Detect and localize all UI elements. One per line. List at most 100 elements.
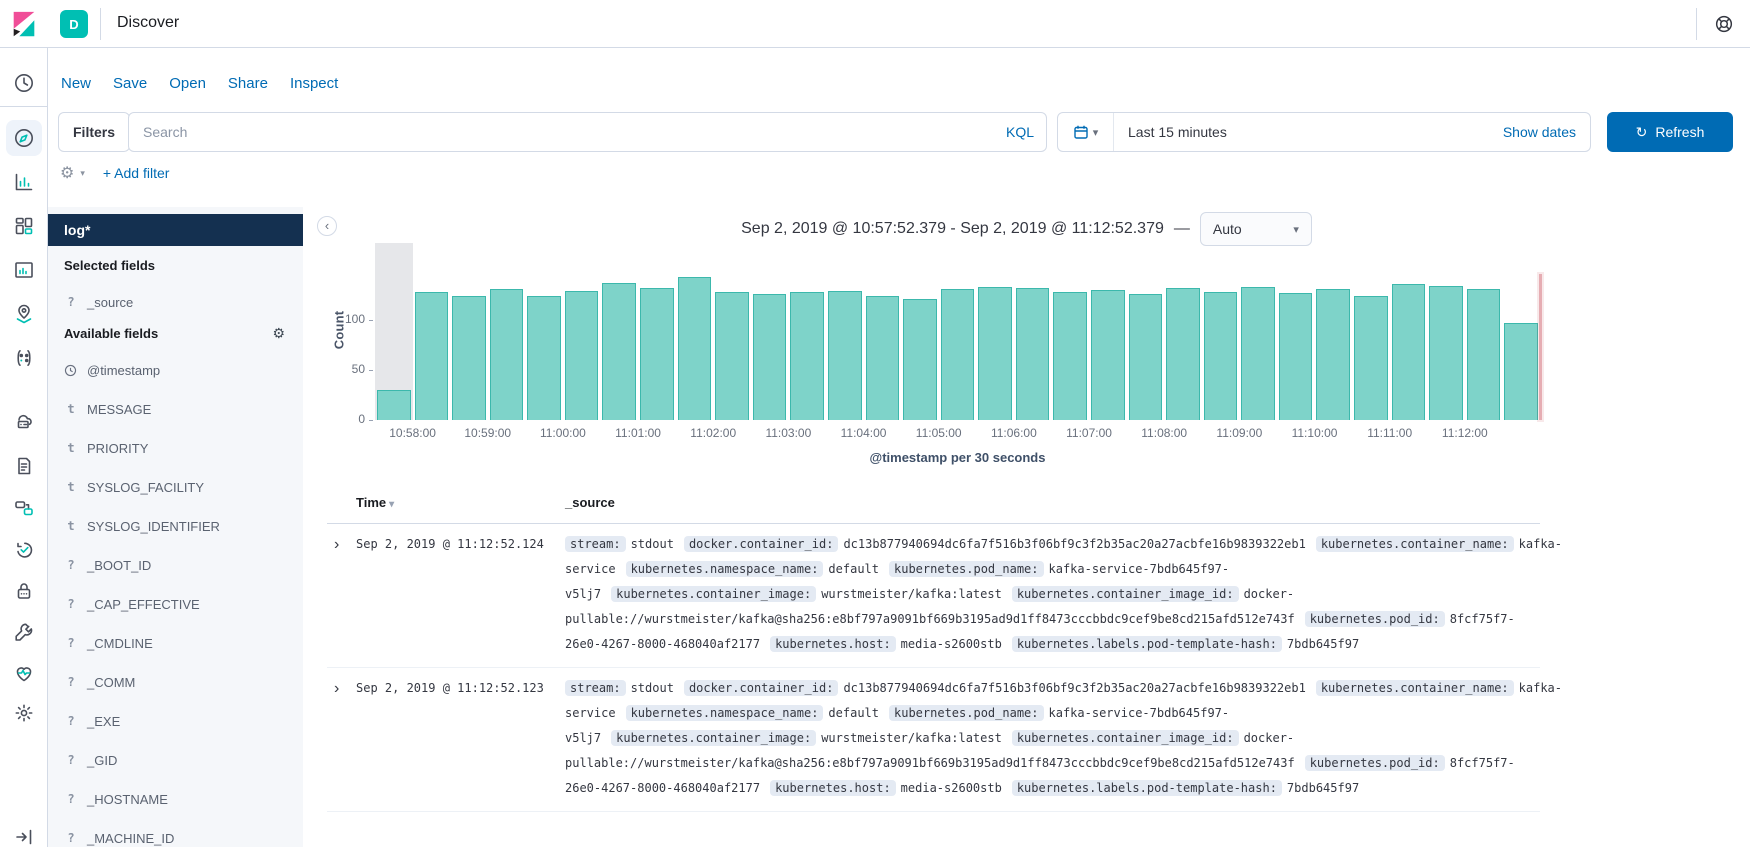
field-item-@timestamp[interactable]: @timestamp: [56, 357, 295, 383]
histogram-bar[interactable]: [1127, 240, 1165, 420]
menu-item-new[interactable]: New: [61, 75, 91, 92]
field-item-comm[interactable]: ?_COMM: [56, 669, 295, 695]
field-item-cap_effective[interactable]: ?_CAP_EFFECTIVE: [56, 591, 295, 617]
maps-icon[interactable]: [12, 302, 36, 326]
histogram-bar[interactable]: [901, 240, 939, 420]
histogram-bar[interactable]: [939, 240, 977, 420]
discover-icon[interactable]: [6, 120, 42, 156]
field-item-gid[interactable]: ?_GID: [56, 747, 295, 773]
source-field-key: kubernetes.host:: [770, 636, 896, 652]
field-item-exe[interactable]: ?_EXE: [56, 708, 295, 734]
histogram-bar[interactable]: [1427, 240, 1465, 420]
management-icon[interactable]: [12, 701, 36, 725]
visualize-icon[interactable]: [12, 170, 36, 194]
field-item-priority[interactable]: tPRIORITY: [56, 435, 295, 461]
field-item-message[interactable]: tMESSAGE: [56, 396, 295, 422]
field-item-cmdline[interactable]: ?_CMDLINE: [56, 630, 295, 656]
table-row: ›Sep 2, 2019 @ 11:12:52.124stream:stdout…: [327, 524, 1540, 668]
histogram-bar[interactable]: [864, 240, 902, 420]
logs-icon[interactable]: [12, 454, 36, 478]
histogram-bar[interactable]: [713, 240, 751, 420]
dev-tools-icon[interactable]: [12, 620, 36, 644]
field-name: _CMDLINE: [87, 636, 153, 651]
histogram-bar[interactable]: [450, 240, 488, 420]
bar-fill: [678, 277, 712, 420]
machine-learning-icon[interactable]: [12, 346, 36, 370]
histogram-bar[interactable]: [1314, 240, 1352, 420]
show-dates-button[interactable]: Show dates: [1503, 124, 1576, 140]
bar-fill: [1467, 289, 1501, 420]
field-item-syslog_identifier[interactable]: tSYSLOG_IDENTIFIER: [56, 513, 295, 539]
histogram-bar[interactable]: [1390, 240, 1428, 420]
field-item-boot_id[interactable]: ? _BOOT_ID: [56, 552, 295, 578]
histogram-bar[interactable]: [751, 240, 789, 420]
field-name: _BOOT_ID: [87, 558, 151, 573]
menu-item-inspect[interactable]: Inspect: [290, 75, 338, 92]
chevron-down-icon[interactable]: ▾: [80, 168, 85, 179]
stack-monitoring-icon[interactable]: [12, 661, 36, 685]
histogram-bar[interactable]: [600, 240, 638, 420]
sort-desc-icon: ▾: [389, 499, 394, 510]
time-range-value[interactable]: Last 15 minutes: [1128, 124, 1227, 140]
time-column-header[interactable]: Time▾: [356, 495, 394, 510]
field-item-syslog_facility[interactable]: tSYSLOG_FACILITY: [56, 474, 295, 500]
x-tick-label: 11:09:00: [1216, 426, 1262, 440]
bar-fill: [1129, 294, 1163, 420]
calendar-menu-button[interactable]: ▾: [1058, 113, 1114, 151]
histogram-bar[interactable]: [1239, 240, 1277, 420]
canvas-icon[interactable]: [12, 258, 36, 282]
menu-item-open[interactable]: Open: [169, 75, 206, 92]
kibana-logo-icon[interactable]: [9, 9, 39, 39]
histogram-bar[interactable]: [976, 240, 1014, 420]
histogram-bar[interactable]: [638, 240, 676, 420]
field-item-hostname[interactable]: ?_HOSTNAME: [56, 786, 295, 812]
x-tick-label: 11:06:00: [991, 426, 1037, 440]
histogram-bar[interactable]: [1352, 240, 1390, 420]
index-pattern-selector[interactable]: log*: [48, 214, 303, 246]
expand-row-button[interactable]: ›: [327, 676, 356, 801]
menu-item-share[interactable]: Share: [228, 75, 268, 92]
uptime-icon[interactable]: [12, 537, 36, 561]
histogram-bar[interactable]: [563, 240, 601, 420]
refresh-button[interactable]: ↻ Refresh: [1607, 112, 1733, 152]
histogram-bar[interactable]: [826, 240, 864, 420]
filter-settings-gear-icon[interactable]: ⚙: [60, 163, 74, 183]
expand-row-button[interactable]: ›: [327, 532, 356, 657]
field-settings-gear-icon[interactable]: ⚙: [272, 325, 285, 342]
histogram-bar[interactable]: [525, 240, 563, 420]
histogram-bar[interactable]: [1465, 240, 1503, 420]
filters-button[interactable]: Filters: [58, 112, 130, 152]
kql-toggle[interactable]: KQL: [1006, 124, 1034, 140]
histogram-bar[interactable]: [1502, 240, 1540, 420]
add-filter-button[interactable]: + Add filter: [103, 165, 170, 181]
field-name: MESSAGE: [87, 402, 151, 417]
dashboard-icon[interactable]: [12, 214, 36, 238]
search-input[interactable]: [141, 123, 1006, 141]
histogram-bar[interactable]: [375, 240, 413, 420]
histogram-bar[interactable]: [413, 240, 451, 420]
siem-icon[interactable]: [12, 579, 36, 603]
field-item-machine_id[interactable]: ?_MACHINE_ID: [56, 825, 295, 847]
histogram-bar[interactable]: [788, 240, 826, 420]
histogram-bar[interactable]: [1014, 240, 1052, 420]
histogram-bar[interactable]: [676, 240, 714, 420]
app-breadcrumb-badge[interactable]: D: [60, 10, 88, 38]
help-icon[interactable]: [1706, 11, 1742, 37]
histogram-bar[interactable]: [1277, 240, 1315, 420]
histogram-bar[interactable]: [1164, 240, 1202, 420]
histogram-bar[interactable]: [1051, 240, 1089, 420]
histogram-bar[interactable]: [1089, 240, 1127, 420]
field-item-source[interactable]: ?_source: [56, 289, 295, 315]
histogram-bar[interactable]: [488, 240, 526, 420]
metrics-icon[interactable]: [12, 408, 36, 432]
time-range-title: Sep 2, 2019 @ 10:57:52.379 - Sep 2, 2019…: [741, 220, 1164, 238]
recently-viewed-icon[interactable]: [12, 71, 36, 95]
histogram-bar[interactable]: [1202, 240, 1240, 420]
apm-icon[interactable]: [12, 496, 36, 520]
menu-item-save[interactable]: Save: [113, 75, 147, 92]
source-field-value: default: [828, 706, 879, 720]
bar-fill: [527, 296, 561, 420]
bar-fill: [415, 292, 449, 420]
unknown-field-icon: ?: [64, 558, 78, 572]
collapse-nav-icon[interactable]: [12, 825, 36, 847]
